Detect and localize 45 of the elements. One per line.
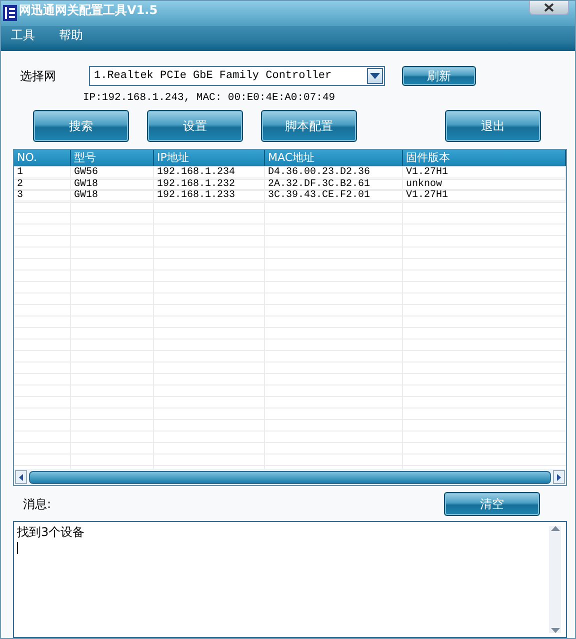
message-box[interactable]: 找到3个设备	[13, 521, 567, 638]
table-cell: 3C.39.43.CE.F2.01	[265, 190, 403, 202]
table-cell: unknow	[403, 178, 566, 191]
up-arrow-icon	[550, 526, 560, 531]
left-arrow-icon	[19, 474, 23, 480]
table-cell: GW18	[71, 178, 154, 191]
column-header[interactable]: MAC地址	[265, 150, 403, 166]
table-cell: V1.27H1	[403, 190, 566, 202]
table-cell: 192.168.1.233	[154, 190, 265, 202]
vertical-scrollbar[interactable]	[549, 526, 561, 633]
dropdown-arrow-icon	[370, 73, 380, 79]
table-cell: 2	[14, 178, 71, 191]
message-text: 找到3个设备	[17, 524, 86, 541]
right-arrow-icon	[557, 474, 561, 480]
action-button[interactable]: 设置	[147, 110, 243, 142]
table-cell: 192.168.1.232	[154, 178, 265, 191]
table-cell: D4.36.00.23.D2.36	[265, 167, 403, 180]
table-cell: 2A.32.DF.3C.B2.61	[265, 178, 403, 191]
network-label: 选择网	[19, 68, 57, 84]
network-info: IP:192.168.1.243, MAC: 00:E0:4E:A0:07:49	[83, 92, 336, 104]
column-header[interactable]: 型号	[71, 150, 154, 166]
messages-label: 消息:	[22, 496, 52, 512]
menu-item[interactable]: 工具	[11, 26, 35, 44]
menu-item[interactable]: 帮助	[59, 26, 83, 44]
network-dropdown[interactable]: 1.Realtek PCIe GbE Family Controller	[89, 66, 385, 86]
column-header[interactable]: IP地址	[154, 150, 265, 166]
table-cell: GW18	[71, 190, 154, 202]
window-title: 网迅通网关配置工具V1.5	[19, 2, 158, 19]
table-cell: 1	[14, 167, 71, 180]
close-icon	[544, 3, 554, 12]
table-cell: 192.168.1.234	[154, 167, 265, 180]
close-button[interactable]	[529, 1, 569, 15]
table-cell: GW56	[71, 167, 154, 180]
refresh-button[interactable]: 刷新	[402, 66, 476, 86]
table-cell: 3	[14, 190, 71, 202]
action-button[interactable]: 脚本配置	[261, 110, 357, 142]
column-header[interactable]: NO.	[14, 150, 71, 166]
column-header[interactable]: 固件版本	[403, 150, 566, 166]
action-button[interactable]: 退出	[445, 110, 541, 142]
action-button[interactable]: 搜索	[33, 110, 129, 142]
app-icon	[3, 5, 17, 22]
clear-button[interactable]: 清空	[444, 492, 540, 516]
table-cell: V1.27H1	[403, 167, 566, 180]
horizontal-scrollbar[interactable]	[14, 469, 566, 485]
down-arrow-icon	[550, 628, 560, 633]
